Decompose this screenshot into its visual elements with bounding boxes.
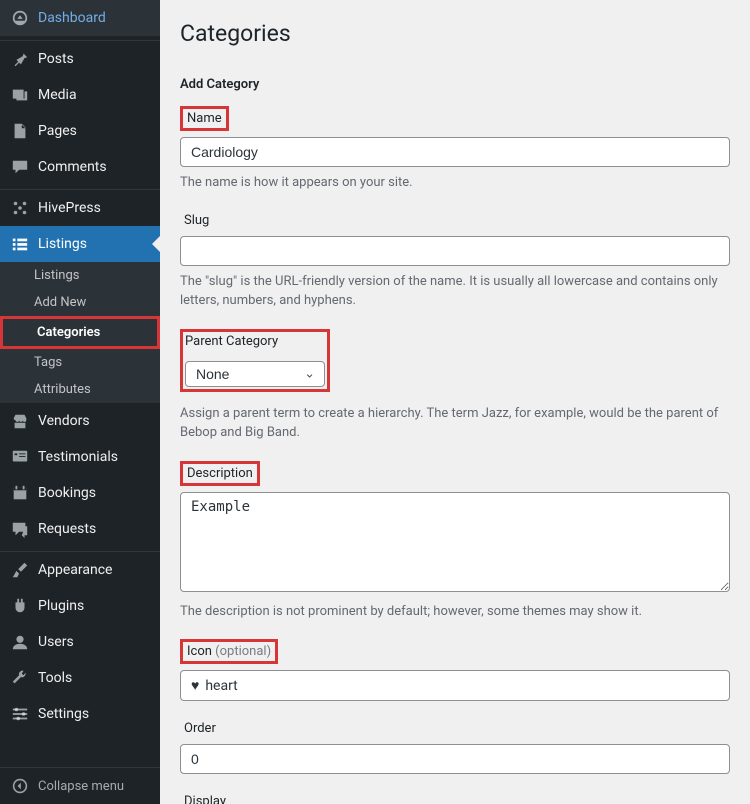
sidebar-item-label: Listings	[38, 236, 87, 252]
field-display: Display Display subcategories	[180, 792, 730, 804]
sidebar-item-label: Tools	[38, 670, 72, 686]
section-title: Add Category	[180, 77, 730, 92]
sidebar-item-testimonials[interactable]: Testimonials	[0, 439, 160, 475]
sidebar-item-media[interactable]: Media	[0, 77, 160, 113]
collapse-menu[interactable]: Collapse menu	[0, 767, 160, 804]
sidebar-item-plugins[interactable]: Plugins	[0, 588, 160, 624]
field-icon: Icon (optional) ♥ heart	[180, 639, 730, 701]
icon-value: heart	[205, 678, 237, 694]
plugin-icon	[10, 596, 30, 616]
wrench-icon	[10, 668, 30, 688]
sidebar-item-label: Bookings	[38, 485, 96, 501]
sidebar-item-label: Dashboard	[38, 10, 106, 26]
display-label: Display	[180, 792, 230, 804]
comment-icon	[10, 157, 30, 177]
user-icon	[10, 632, 30, 652]
main-content: Categories Add Category Name The name is…	[160, 0, 750, 804]
name-input[interactable]	[180, 137, 730, 167]
icon-input[interactable]: ♥ heart	[180, 670, 730, 701]
parent-desc: Assign a parent term to create a hierarc…	[180, 404, 730, 443]
slug-input[interactable]	[180, 236, 730, 266]
sidebar-item-appearance[interactable]: Appearance	[0, 552, 160, 588]
submenu-item-categories[interactable]: Categories	[0, 316, 160, 349]
submenu-item-tags[interactable]: Tags	[0, 349, 160, 376]
icon-label: Icon (optional)	[180, 639, 278, 664]
sidebar-item-label: Media	[38, 87, 77, 103]
sidebar-item-hivepress[interactable]: HivePress	[0, 190, 160, 226]
sliders-icon	[10, 704, 30, 724]
parent-select[interactable]: None	[185, 361, 325, 387]
admin-sidebar: Dashboard Posts Media Pages Comments Hiv…	[0, 0, 160, 804]
parent-box: Parent Category None ⌄	[180, 329, 330, 392]
media-icon	[10, 85, 30, 105]
heart-icon: ♥	[191, 677, 199, 694]
request-icon	[10, 519, 30, 539]
sidebar-item-posts[interactable]: Posts	[0, 41, 160, 77]
sidebar-item-settings[interactable]: Settings	[0, 696, 160, 732]
page-icon	[10, 121, 30, 141]
pin-icon	[10, 49, 30, 69]
field-parent: Parent Category None ⌄ Assign a parent t…	[180, 329, 730, 443]
sidebar-item-label: Testimonials	[38, 449, 118, 465]
sidebar-item-label: Vendors	[38, 413, 90, 429]
gauge-icon	[10, 8, 30, 28]
sidebar-item-label: Settings	[38, 706, 89, 722]
parent-label: Parent Category	[185, 334, 325, 355]
page-title: Categories	[180, 20, 730, 47]
order-input[interactable]	[180, 744, 730, 774]
sidebar-item-requests[interactable]: Requests	[0, 511, 160, 547]
slug-desc: The "slug" is the URL-friendly version o…	[180, 272, 730, 311]
calendar-icon	[10, 483, 30, 503]
submenu-item-addnew[interactable]: Add New	[0, 289, 160, 316]
field-order: Order	[180, 719, 730, 774]
collapse-icon	[10, 776, 30, 796]
sidebar-item-pages[interactable]: Pages	[0, 113, 160, 149]
sidebar-item-tools[interactable]: Tools	[0, 660, 160, 696]
brush-icon	[10, 560, 30, 580]
list-icon	[10, 234, 30, 254]
sidebar-item-vendors[interactable]: Vendors	[0, 403, 160, 439]
slug-label: Slug	[180, 211, 213, 230]
testimonial-icon	[10, 447, 30, 467]
sidebar-item-label: Users	[38, 634, 74, 650]
sidebar-item-label: Comments	[38, 159, 107, 175]
field-name: Name The name is how it appears on your …	[180, 106, 730, 193]
sidebar-item-label: Plugins	[38, 598, 84, 614]
sidebar-item-listings[interactable]: Listings	[0, 226, 160, 262]
description-label: Description	[180, 461, 260, 486]
name-label: Name	[180, 106, 229, 131]
sidebar-item-label: HivePress	[38, 200, 101, 216]
vendor-icon	[10, 411, 30, 431]
name-desc: The name is how it appears on your site.	[180, 173, 730, 193]
order-label: Order	[180, 719, 220, 738]
sidebar-item-label: Posts	[38, 51, 74, 67]
field-description: Description The description is not promi…	[180, 461, 730, 622]
sidebar-item-label: Appearance	[38, 562, 112, 578]
sidebar-item-label: Requests	[38, 521, 96, 537]
sidebar-item-bookings[interactable]: Bookings	[0, 475, 160, 511]
submenu-item-listings[interactable]: Listings	[0, 262, 160, 289]
description-desc: The description is not prominent by defa…	[180, 602, 730, 622]
collapse-label: Collapse menu	[38, 779, 124, 794]
sidebar-submenu-listings: Listings Add New Categories Tags Attribu…	[0, 262, 160, 403]
submenu-item-attributes[interactable]: Attributes	[0, 376, 160, 403]
description-textarea[interactable]	[180, 492, 730, 592]
field-slug: Slug The "slug" is the URL-friendly vers…	[180, 211, 730, 311]
sidebar-item-dashboard[interactable]: Dashboard	[0, 0, 160, 36]
sidebar-item-users[interactable]: Users	[0, 624, 160, 660]
sidebar-item-comments[interactable]: Comments	[0, 149, 160, 185]
hivepress-icon	[10, 198, 30, 218]
sidebar-item-label: Pages	[38, 123, 77, 139]
